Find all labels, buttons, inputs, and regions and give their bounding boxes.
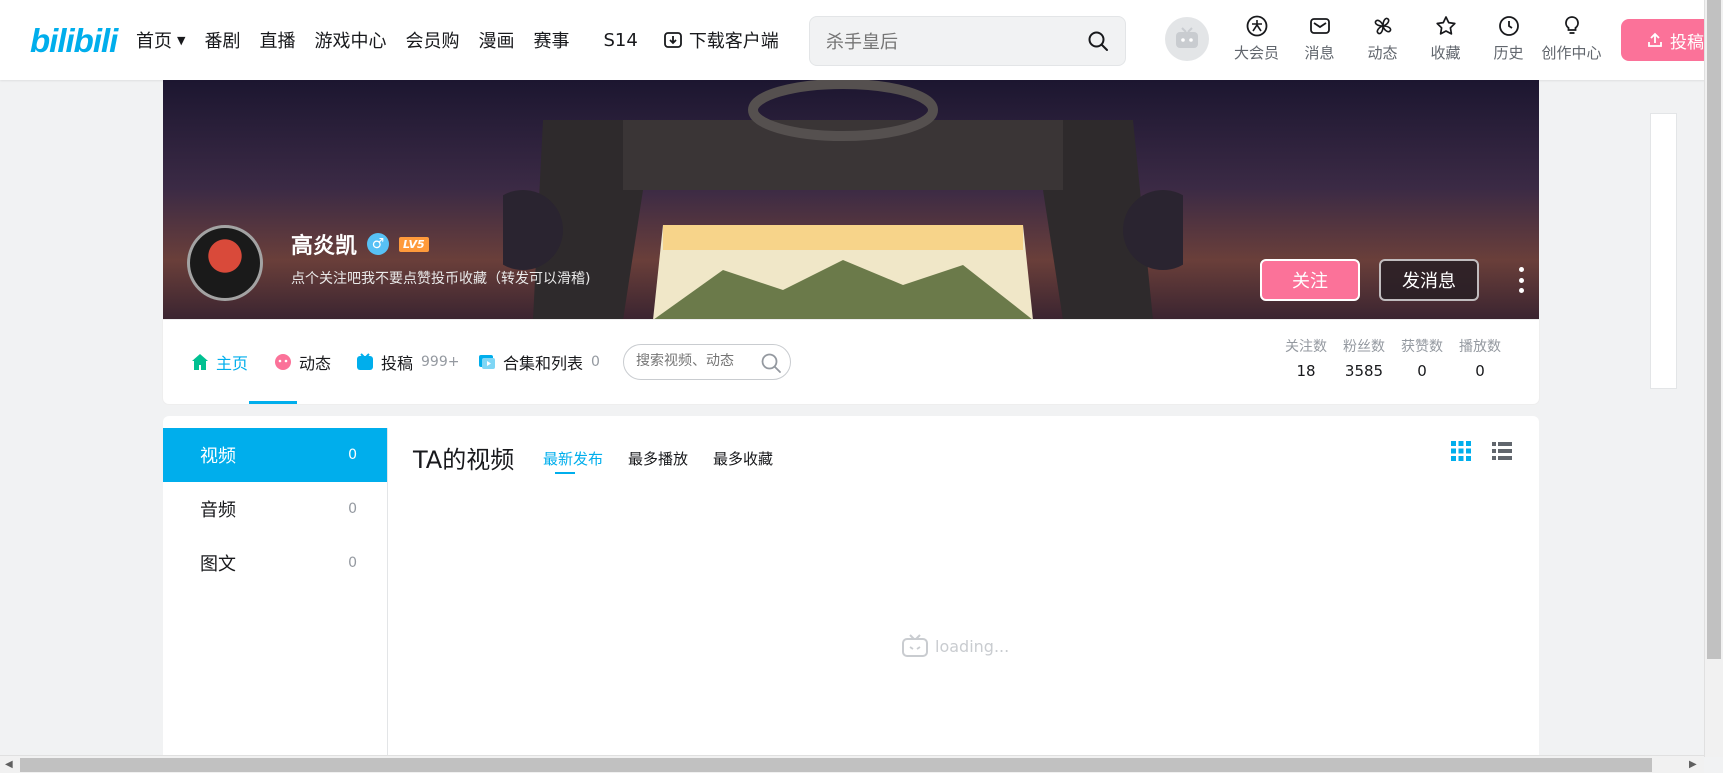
nav-articles[interactable]: 图文 0 [163,536,387,590]
content-title: TA的视频 [413,446,515,474]
profile-name: 高炎凯 [291,234,358,259]
nav-anime[interactable]: 番剧 [204,27,240,53]
nav-home[interactable]: 首页 ▼ [136,27,185,53]
horizontal-scrollbar[interactable]: ◀ ▶ [0,755,1704,773]
space-search-input[interactable] [636,353,756,369]
male-gender-icon: ♂ [367,233,390,255]
side-float-panel [1650,113,1677,389]
messages-entry[interactable]: 消息 [1288,14,1351,63]
top-header: bilibili 首页 ▼ 番剧 直播 游戏中心 会员购 漫画 赛事 S14 下载… [0,0,1723,80]
stat-followers[interactable]: 粉丝数 3585 [1335,336,1393,380]
user-avatar[interactable] [1165,17,1209,61]
creator-center-entry[interactable]: 创作中心 [1540,14,1603,63]
vertical-scrollbar[interactable] [1704,0,1723,757]
stat-following[interactable]: 关注数 18 [1277,336,1335,380]
home-icon [192,354,208,370]
profile-name-row: 高炎凯 ♂ LV5 [291,228,429,260]
active-tab-indicator [249,401,297,404]
download-icon [663,32,682,48]
header-right-icons: 大会员 消息 动态 收藏 历史 创作中心 [1225,14,1603,63]
nav-audio[interactable]: 音频 0 [163,482,387,536]
sort-most-played[interactable]: 最多播放 [628,448,688,469]
lightbulb-icon [1564,16,1579,34]
profile-stats: 关注数 18 粉丝数 3585 获赞数 0 播放数 0 [1277,336,1509,380]
tab-collections[interactable]: 合集和列表 0 [477,350,600,374]
vertical-scroll-thumb[interactable] [1707,0,1721,659]
collection-icon [479,355,495,369]
clock-icon [1498,16,1519,36]
stat-plays: 播放数 0 [1459,339,1501,380]
vip-entry[interactable]: 大会员 [1225,14,1288,63]
scroll-left-arrow-icon[interactable]: ◀ [5,759,13,770]
profile-signature: 点个关注吧我不要点赞投币收藏（转发可以滑稽) [291,271,591,287]
grid-view-icon[interactable] [1450,440,1472,462]
nav-esports[interactable]: 赛事 [533,27,569,53]
profile-banner: 高炎凯 ♂ LV5 点个关注吧我不要点赞投币收藏（转发可以滑稽) 关注 发消息 [163,80,1539,320]
history-entry[interactable]: 历史 [1477,14,1540,63]
upload-icon [1648,32,1662,47]
sort-latest[interactable]: 最新发布 [543,448,603,474]
loading-indicator: loading... [901,634,1009,658]
content-panel: 视频 0 音频 0 图文 0 TA的视频 最新发布 最多播放 最多收藏 loading… [163,416,1539,756]
search-input[interactable] [826,29,1066,55]
star-icon [1435,16,1456,35]
upload-tab-icon [357,353,373,370]
tab-uploads[interactable]: 投稿 999+ [355,350,459,374]
profile-avatar[interactable] [187,225,263,301]
nav-game-center[interactable]: 游戏中心 [314,27,386,53]
list-view-icon[interactable] [1491,440,1513,462]
nav-live[interactable]: 直播 [259,27,295,53]
nav-s14[interactable]: S14 [603,30,637,51]
sort-tabs: 最新发布 最多播放 最多收藏 [543,448,798,474]
nav-manga[interactable]: 漫画 [478,27,514,53]
follow-button[interactable]: 关注 [1260,259,1360,301]
tv-mascot-icon [1176,27,1198,48]
profile-tabbar: 主页 动态 投稿 999+ 合集和列表 0 关注数18 粉丝数3585 获赞数0… [163,320,1539,404]
main-nav: 首页 ▼ 番剧 直播 游戏中心 会员购 漫画 赛事 S14 下载客户端 [136,0,798,80]
mail-icon [1309,18,1330,34]
horizontal-scroll-thumb[interactable] [20,758,1652,772]
content-type-nav: 视频 0 音频 0 图文 0 [163,428,388,756]
more-options-icon[interactable] [1518,267,1524,293]
chevron-down-icon: ▼ [177,33,186,47]
dynamics-entry[interactable]: 动态 [1351,14,1414,63]
search-icon[interactable] [760,352,782,374]
bilibili-logo[interactable]: bilibili [30,22,118,60]
dynamic-icon [275,354,291,370]
level-badge: LV5 [399,236,429,252]
send-message-button[interactable]: 发消息 [1379,259,1479,301]
space-search-box [623,344,791,380]
scroll-right-arrow-icon[interactable]: ▶ [1689,759,1697,770]
tv-loading-icon [902,634,928,657]
nav-videos[interactable]: 视频 0 [163,428,387,482]
windmill-icon [1374,17,1391,35]
search-icon[interactable] [1087,30,1109,52]
sort-most-favorited[interactable]: 最多收藏 [713,448,773,469]
tab-home[interactable]: 主页 [190,350,248,374]
stat-likes: 获赞数 0 [1401,339,1443,380]
banner-artwork [503,80,1183,320]
nav-shop[interactable]: 会员购 [405,27,459,53]
tab-dynamics[interactable]: 动态 [273,350,331,374]
nav-download-client[interactable]: 下载客户端 [663,27,779,53]
search-box [809,16,1126,66]
vip-icon [1246,15,1267,37]
favorites-entry[interactable]: 收藏 [1414,14,1477,63]
